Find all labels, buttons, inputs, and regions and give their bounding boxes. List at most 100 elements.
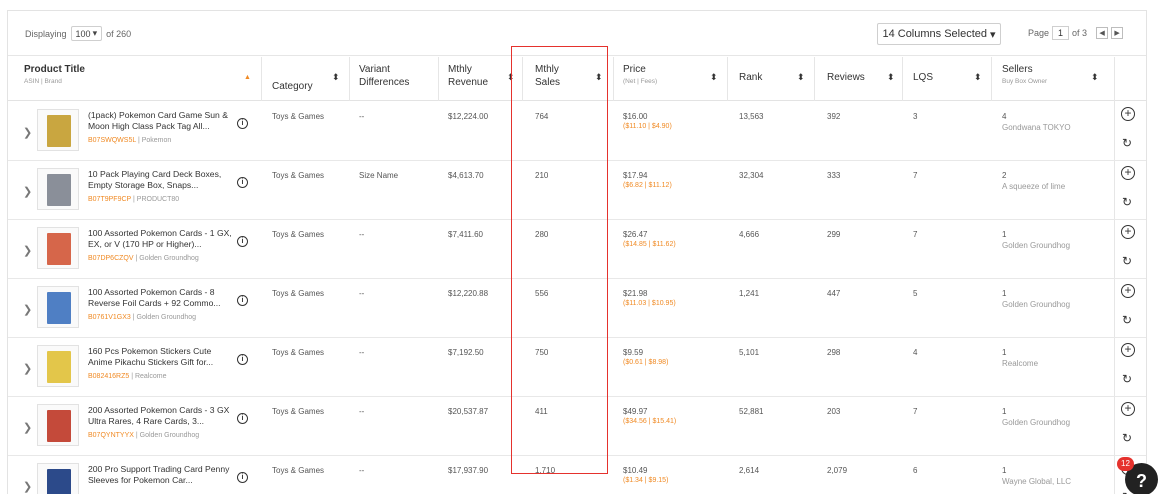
divider	[902, 57, 903, 101]
col-product-title[interactable]: Product Title ASIN | Brand	[24, 57, 254, 101]
cell-variant: --	[359, 407, 365, 416]
per-page-select[interactable]: 100 ▾	[70, 26, 103, 41]
info-icon[interactable]: i	[237, 413, 248, 424]
cell-rank: 4,666	[739, 230, 760, 239]
sort-icon[interactable]: ⬍	[887, 72, 895, 83]
chevron-right-icon[interactable]: ❯	[23, 126, 32, 139]
cell-revenue: $12,224.00	[448, 112, 489, 121]
col-reviews[interactable]: Reviews	[827, 57, 865, 101]
chevron-right-icon[interactable]: ❯	[23, 421, 32, 434]
product-thumbnail[interactable]	[37, 345, 79, 387]
product-title[interactable]: 200 Pro Support Trading Card Penny Sleev…	[88, 464, 235, 486]
product-asin[interactable]: B082416RZ5	[88, 373, 129, 380]
sort-asc-icon[interactable]: ▲	[244, 74, 251, 81]
col-lqs[interactable]: LQS	[913, 57, 933, 101]
product-title[interactable]: (1pack) Pokemon Card Game Sun & Moon Hig…	[88, 110, 235, 132]
col-product-title-label: Product Title	[24, 64, 85, 75]
sort-icon[interactable]: ⬍	[710, 72, 718, 83]
info-icon[interactable]: i	[237, 354, 248, 365]
sort-icon[interactable]: ⬍	[974, 72, 982, 83]
info-icon[interactable]: i	[237, 236, 248, 247]
product-title[interactable]: 100 Assorted Pokemon Cards - 8 Reverse F…	[88, 287, 235, 309]
table-row[interactable]: ❯ (1pack) Pokemon Card Game Sun & Moon H…	[8, 102, 1146, 161]
refresh-icon[interactable]: ↻	[1122, 136, 1132, 150]
cell-variant: --	[359, 112, 365, 121]
table-row[interactable]: ❯ 100 Assorted Pokemon Cards - 8 Reverse…	[8, 279, 1146, 338]
table-row[interactable]: ❯ 200 Pro Support Trading Card Penny Sle…	[8, 456, 1146, 494]
info-icon[interactable]: i	[237, 177, 248, 188]
product-thumbnail[interactable]	[37, 168, 79, 210]
col-mthly-sales[interactable]: Mthly Sales	[535, 57, 560, 101]
product-meta: B07QYNTYYX | Golden Groundhog	[88, 432, 199, 439]
product-thumbnail[interactable]	[37, 404, 79, 446]
refresh-icon[interactable]: ↻	[1122, 195, 1132, 209]
product-image	[47, 351, 71, 383]
col-sellers[interactable]: Sellers Buy Box Owner	[1002, 57, 1047, 101]
product-asin[interactable]: B07DP6CZQV	[88, 255, 134, 262]
col-price[interactable]: Price (Net | Fees)	[623, 57, 657, 101]
sort-icon[interactable]: ⬍	[1091, 72, 1099, 83]
next-page-icon[interactable]: ▶	[1111, 27, 1124, 39]
product-title[interactable]: 160 Pcs Pokemon Stickers Cute Anime Pika…	[88, 346, 235, 368]
cell-sales: 210	[535, 171, 549, 180]
cell-sellers: 1	[1002, 289, 1007, 298]
cell-sellers: 2	[1002, 171, 1007, 180]
page-input[interactable]: 1	[1052, 26, 1070, 40]
cell-price: $17.94	[623, 171, 648, 180]
product-thumbnail[interactable]	[37, 286, 79, 328]
refresh-icon[interactable]: ↻	[1122, 313, 1132, 327]
columns-select[interactable]: 14 Columns Selected ▾	[877, 23, 1001, 45]
product-thumbnail[interactable]	[37, 227, 79, 269]
chevron-right-icon[interactable]: ❯	[23, 185, 32, 198]
table-row[interactable]: ❯ 160 Pcs Pokemon Stickers Cute Anime Pi…	[8, 338, 1146, 397]
product-brand: Realcome	[134, 373, 167, 380]
chevron-right-icon[interactable]: ❯	[23, 362, 32, 375]
col-rank[interactable]: Rank	[739, 57, 762, 101]
info-icon[interactable]: i	[237, 295, 248, 306]
sort-icon[interactable]: ⬍	[595, 72, 603, 83]
product-table-panel: Displaying 100 ▾ of 260 14 Columns Selec…	[7, 10, 1147, 494]
cell-price-breakdown: ($34.56 | $15.41)	[623, 418, 677, 425]
info-icon[interactable]: i	[237, 118, 248, 129]
chevron-right-icon[interactable]: ❯	[23, 244, 32, 257]
add-circle-icon[interactable]: +	[1121, 225, 1135, 239]
add-circle-icon[interactable]: +	[1121, 166, 1135, 180]
info-icon[interactable]: i	[237, 472, 248, 483]
prev-page-icon[interactable]: ◀	[1096, 27, 1109, 39]
table-row[interactable]: ❯ 200 Assorted Pokemon Cards - 3 GX Ultr…	[8, 397, 1146, 456]
product-asin[interactable]: B07T9PF9CP	[88, 196, 131, 203]
refresh-icon[interactable]: ↻	[1122, 254, 1132, 268]
product-title[interactable]: 10 Pack Playing Card Deck Boxes, Empty S…	[88, 169, 235, 191]
cell-variant: --	[359, 289, 365, 298]
sort-icon[interactable]: ⬍	[332, 72, 340, 83]
add-circle-icon[interactable]: +	[1121, 284, 1135, 298]
table-row[interactable]: ❯ 100 Assorted Pokemon Cards - 1 GX, EX,…	[8, 220, 1146, 279]
cell-sellers: 1	[1002, 348, 1007, 357]
product-title[interactable]: 100 Assorted Pokemon Cards - 1 GX, EX, o…	[88, 228, 235, 250]
product-thumbnail[interactable]	[37, 109, 79, 151]
product-meta: B07T9PF9CP | PRODUCT80	[88, 196, 179, 203]
refresh-icon[interactable]: ↻	[1122, 431, 1132, 445]
add-circle-icon[interactable]: +	[1121, 343, 1135, 357]
col-variant-label-2: Differences	[359, 77, 410, 88]
chevron-right-icon[interactable]: ❯	[23, 480, 32, 493]
cell-buybox-owner: Golden Groundhog	[1002, 241, 1071, 250]
col-mthly-revenue[interactable]: Mthly Revenue	[448, 57, 488, 101]
product-meta: B0761V1GX3 | Golden Groundhog	[88, 314, 196, 321]
product-thumbnail[interactable]	[37, 463, 79, 494]
product-title[interactable]: 200 Assorted Pokemon Cards - 3 GX Ultra …	[88, 405, 235, 427]
col-variant-differences[interactable]: Variant Differences	[359, 57, 409, 101]
product-brand: Pokemon	[141, 137, 172, 144]
product-brand: Golden Groundhog	[139, 255, 199, 262]
refresh-icon[interactable]: ↻	[1122, 372, 1132, 386]
chevron-right-icon[interactable]: ❯	[23, 303, 32, 316]
cell-reviews: 333	[827, 171, 841, 180]
table-row[interactable]: ❯ 10 Pack Playing Card Deck Boxes, Empty…	[8, 161, 1146, 220]
product-asin[interactable]: B07QYNTYYX	[88, 432, 134, 439]
add-circle-icon[interactable]: +	[1121, 402, 1135, 416]
product-asin[interactable]: B0761V1GX3	[88, 314, 131, 321]
sort-icon[interactable]: ⬍	[507, 72, 515, 83]
sort-icon[interactable]: ⬍	[797, 72, 805, 83]
product-asin[interactable]: B07SWQWS5L	[88, 137, 136, 144]
add-circle-icon[interactable]: +	[1121, 107, 1135, 121]
